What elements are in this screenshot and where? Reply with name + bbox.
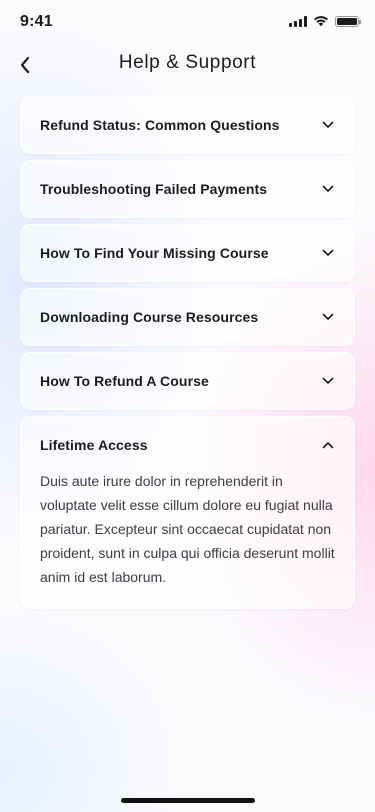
faq-question: How To Find Your Missing Course: [40, 245, 269, 261]
faq-question: Downloading Course Resources: [40, 309, 259, 325]
faq-question: Troubleshooting Failed Payments: [40, 181, 268, 197]
faq-toggle[interactable]: Downloading Course Resources: [21, 289, 354, 345]
faq-toggle[interactable]: Refund Status: Common Questions: [21, 97, 354, 153]
chevron-down-icon: [321, 246, 335, 260]
chevron-down-icon: [321, 182, 335, 196]
page-title: Help & Support: [118, 52, 257, 73]
faq-toggle[interactable]: How To Refund A Course: [21, 353, 354, 409]
faq-question: How To Refund A Course: [40, 373, 209, 389]
status-icons: [289, 15, 361, 27]
faq-item-lifetime-access: Lifetime Access Duis aute irure dolor in…: [20, 416, 355, 609]
faq-item-missing-course: How To Find Your Missing Course: [20, 224, 355, 282]
status-time: 9:41: [20, 13, 53, 30]
faq-item-refund-course: How To Refund A Course: [20, 352, 355, 410]
faq-item-downloading-resources: Downloading Course Resources: [20, 288, 355, 346]
faq-answer: Duis aute irure dolor in reprehenderit i…: [40, 473, 335, 585]
header: Help & Support: [0, 44, 375, 84]
signal-icon: [289, 15, 307, 27]
faq-toggle[interactable]: Lifetime Access: [21, 417, 354, 473]
chevron-down-icon: [321, 374, 335, 388]
chevron-up-icon: [321, 438, 335, 452]
wifi-icon: [314, 16, 328, 27]
chevron-down-icon: [321, 118, 335, 132]
chevron-down-icon: [321, 310, 335, 324]
status-bar: 9:41: [0, 0, 375, 44]
faq-toggle[interactable]: How To Find Your Missing Course: [21, 225, 354, 281]
faq-item-refund-status: Refund Status: Common Questions: [20, 96, 355, 154]
faq-list: Refund Status: Common Questions Troubles…: [20, 96, 355, 615]
home-indicator[interactable]: [121, 798, 255, 803]
faq-toggle[interactable]: Troubleshooting Failed Payments: [21, 161, 354, 217]
faq-item-failed-payments: Troubleshooting Failed Payments: [20, 160, 355, 218]
battery-icon: [335, 15, 361, 27]
faq-question: Lifetime Access: [40, 437, 148, 453]
faq-question: Refund Status: Common Questions: [40, 117, 280, 133]
